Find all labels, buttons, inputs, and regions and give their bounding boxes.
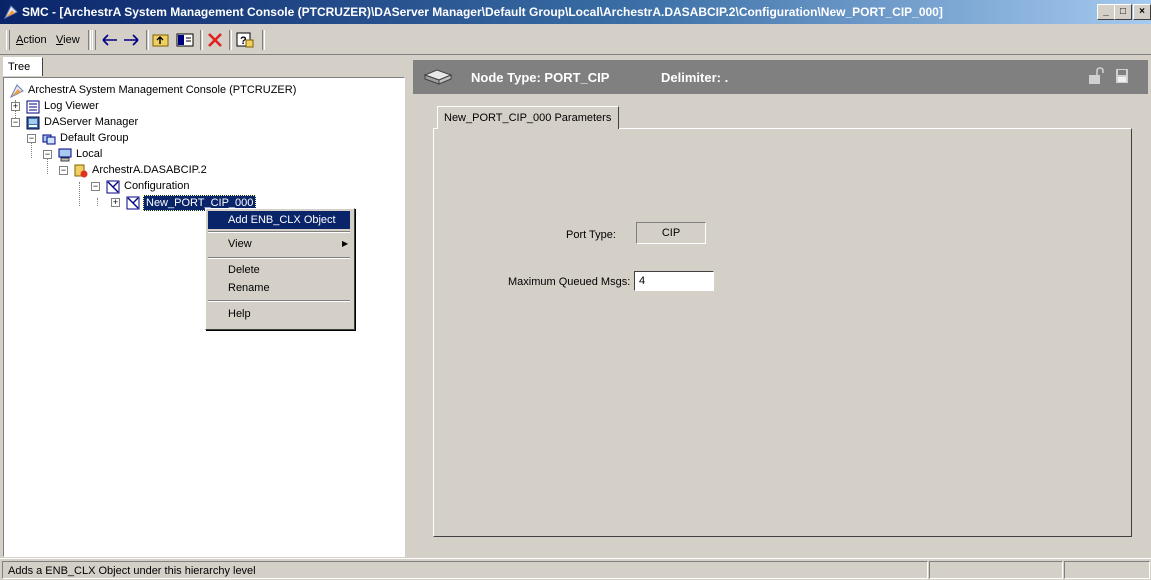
tree-connector: [79, 182, 81, 206]
tree-node-local[interactable]: − Local: [40, 147, 240, 163]
menu-item-add-enb-clx-object[interactable]: Add ENB_CLX Object: [208, 211, 350, 229]
window-title: SMC - [ArchestrA System Management Conso…: [22, 5, 943, 19]
show-hide-tree-icon[interactable]: [176, 32, 194, 48]
help-icon[interactable]: ?: [236, 32, 254, 48]
tree-node-label: Local: [76, 148, 103, 160]
smc-icon: [10, 84, 24, 98]
menu-item-delete[interactable]: Delete: [208, 261, 350, 279]
tree-node-default-group[interactable]: − Default Group: [24, 131, 224, 147]
maximize-button[interactable]: □: [1114, 4, 1132, 20]
computer-icon: [58, 148, 72, 162]
tree-node-label: DAServer Manager: [44, 116, 139, 128]
tab-parameters-label: New_PORT_CIP_000 Parameters: [444, 112, 612, 124]
group-icon: [42, 134, 56, 145]
log-viewer-icon: [26, 100, 40, 114]
up-one-level-icon[interactable]: [152, 32, 170, 48]
status-cell: [1064, 561, 1150, 579]
submenu-arrow-icon: ▶: [342, 239, 349, 248]
collapse-minus-icon[interactable]: −: [91, 182, 100, 191]
menu-item-help[interactable]: Help: [208, 305, 350, 323]
delimiter-label: Delimiter: .: [661, 70, 729, 85]
node-type-icon: [423, 69, 453, 85]
expand-plus-icon[interactable]: +: [111, 198, 120, 207]
tree-node-label: ArchestrA System Management Console (PTC…: [28, 84, 297, 96]
tree-connector: [97, 198, 99, 206]
status-cell: [929, 561, 1063, 579]
menu-item-rename[interactable]: Rename: [208, 279, 350, 297]
menu-separator: [208, 231, 350, 233]
menu-item-label: Rename: [228, 282, 270, 294]
smc-app-icon: [3, 5, 18, 20]
tree-node-label: Configuration: [124, 180, 190, 192]
tree-node-label: ArchestrA.DASABCIP.2: [92, 164, 207, 176]
expand-plus-icon[interactable]: +: [11, 102, 20, 111]
collapse-minus-icon[interactable]: −: [43, 150, 52, 159]
menu-item-label: Delete: [228, 264, 260, 276]
toolbar-grip[interactable]: [92, 30, 96, 50]
forward-arrow-icon[interactable]: [122, 32, 140, 48]
parameters-panel: [433, 128, 1132, 537]
collapse-minus-icon[interactable]: −: [27, 134, 36, 143]
tab-tree[interactable]: Tree: [3, 57, 43, 76]
tree-node-daserver-manager[interactable]: − DAServer Manager: [8, 115, 208, 131]
collapse-minus-icon[interactable]: −: [11, 118, 20, 127]
tree-node-log-viewer[interactable]: + Log Viewer: [8, 99, 208, 115]
collapse-minus-icon[interactable]: −: [59, 166, 68, 175]
status-text-cell: Adds a ENB_CLX Object under this hierarc…: [2, 561, 928, 579]
action-menu[interactable]: Action: [16, 34, 47, 46]
menu-separator: [208, 300, 350, 302]
tree-node-label: Default Group: [60, 132, 129, 144]
node-header: Node Type: PORT_CIP Delimiter: .: [413, 60, 1148, 94]
tab-parameters[interactable]: New_PORT_CIP_000 Parameters: [437, 106, 619, 129]
tree-node-dasabcip[interactable]: − ArchestrA.DASABCIP.2: [56, 163, 256, 179]
menu-item-view[interactable]: View ▶: [208, 235, 350, 253]
status-bar: Adds a ENB_CLX Object under this hierarc…: [0, 558, 1151, 580]
port-icon: [126, 196, 140, 210]
daserver-icon: [26, 116, 40, 130]
toolbar: Action View ?: [0, 26, 1151, 55]
menu-separator: [208, 257, 350, 259]
toolbar-grip[interactable]: [6, 30, 10, 50]
title-bar: SMC - [ArchestrA System Management Conso…: [0, 0, 1151, 24]
view-menu-label: iew: [63, 34, 80, 46]
toolbar-separator: [200, 30, 203, 50]
status-text: Adds a ENB_CLX Object under this hierarc…: [8, 565, 256, 577]
menu-item-label: Add ENB_CLX Object: [228, 214, 336, 226]
node-type-label: Node Type: PORT_CIP: [471, 70, 610, 85]
max-queued-msgs-input[interactable]: [634, 271, 714, 291]
minimize-button[interactable]: _: [1097, 4, 1115, 20]
tree-node-configuration[interactable]: − Configuration: [88, 179, 288, 195]
tab-tree-label: Tree: [8, 61, 31, 73]
tree-node-label: Log Viewer: [44, 100, 99, 112]
menu-item-label: Help: [228, 308, 251, 320]
save-icon[interactable]: [1115, 67, 1129, 85]
context-menu: Add ENB_CLX Object View ▶ Delete Rename …: [205, 208, 355, 330]
unlock-icon[interactable]: [1088, 67, 1104, 85]
tree-node-smc-root[interactable]: ArchestrA System Management Console (PTC…: [8, 83, 308, 99]
toolbar-separator: [229, 30, 232, 50]
action-menu-label: ction: [23, 34, 47, 46]
port-type-label: Port Type:: [566, 229, 616, 241]
delete-icon[interactable]: [206, 32, 224, 48]
menu-item-label: View: [228, 238, 252, 250]
view-menu[interactable]: View: [56, 34, 80, 46]
toolbar-separator: [146, 30, 149, 50]
configuration-icon: [106, 180, 120, 194]
daserver-instance-icon: [74, 164, 88, 178]
back-arrow-icon[interactable]: [101, 32, 119, 48]
port-type-value: CIP: [636, 222, 706, 244]
toolbar-separator: [262, 30, 265, 50]
max-queued-label: Maximum Queued Msgs:: [508, 276, 631, 288]
close-button[interactable]: ×: [1133, 4, 1151, 20]
toolbar-separator: [88, 30, 91, 50]
